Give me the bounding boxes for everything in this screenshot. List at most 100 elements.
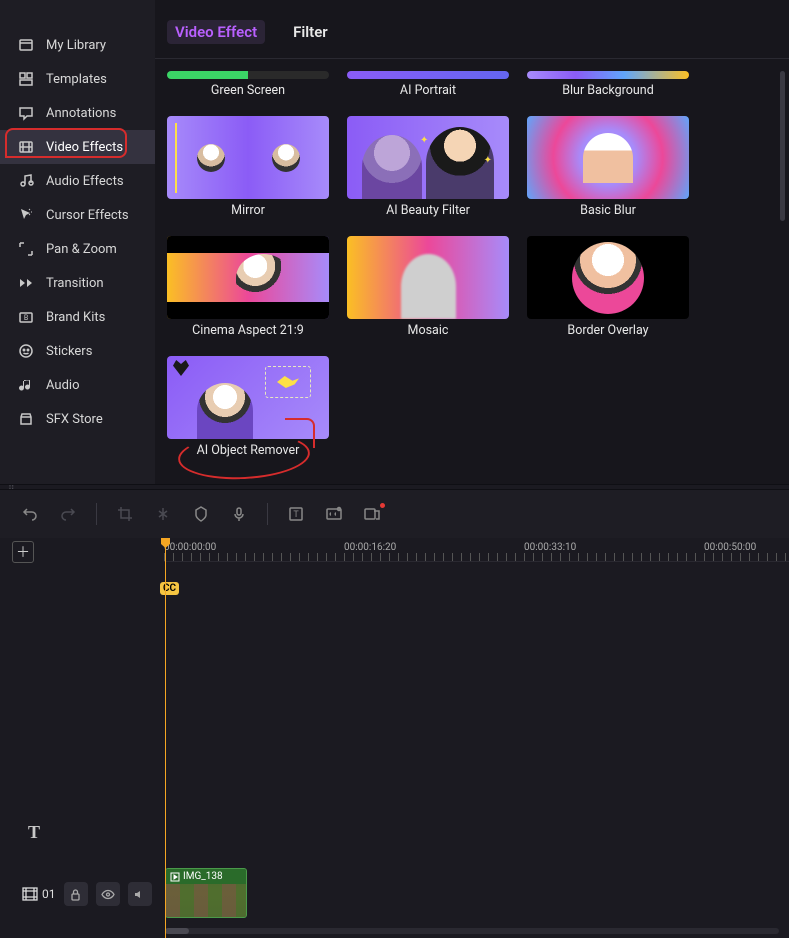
sidebar-item-label: Transition <box>46 276 104 291</box>
playhead[interactable] <box>165 538 166 938</box>
ruler-mark: 00:00:33:10 <box>524 542 576 553</box>
sidebar-item-label: Pan & Zoom <box>46 242 117 257</box>
main-panel: Video Effect Filter Green Screen AI Port… <box>155 0 789 484</box>
visibility-track-button[interactable] <box>96 882 120 906</box>
video-effects-icon <box>18 139 34 155</box>
effect-mosaic[interactable]: Mosaic <box>347 236 509 338</box>
effect-label: Cinema Aspect 21:9 <box>192 323 304 338</box>
effect-label: AI Beauty Filter <box>386 203 470 218</box>
sidebar-item-audio[interactable]: Audio <box>0 368 155 402</box>
effect-label: AI Portrait <box>400 83 456 98</box>
effect-green-screen[interactable]: Green Screen <box>167 71 329 98</box>
sidebar-item-label: Cursor Effects <box>46 208 129 223</box>
audio-effects-icon <box>18 173 34 189</box>
effect-thumb <box>347 71 509 79</box>
effect-label: Border Overlay <box>567 323 648 338</box>
effect-thumb <box>347 116 509 199</box>
sidebar-item-stickers[interactable]: Stickers <box>0 334 155 368</box>
add-track-button[interactable]: ＋ <box>12 541 34 563</box>
sidebar-item-transition[interactable]: Transition <box>0 266 155 300</box>
audio-icon <box>18 377 34 393</box>
text-track-icon: T <box>28 822 40 843</box>
timeline-horizontal-scrollbar[interactable] <box>165 928 779 934</box>
templates-icon <box>18 71 34 87</box>
svg-text:B: B <box>24 314 28 322</box>
sidebar-item-audio-effects[interactable]: Audio Effects <box>0 164 155 198</box>
track-index: 01 <box>22 887 56 901</box>
sidebar-item-cursor-effects[interactable]: Cursor Effects <box>0 198 155 232</box>
effect-border-overlay[interactable]: Border Overlay <box>527 236 689 338</box>
redo-button[interactable] <box>58 504 78 524</box>
effect-blur-background[interactable]: Blur Background <box>527 71 689 98</box>
sidebar-item-label: SFX Store <box>46 412 103 427</box>
effect-label: Mirror <box>231 203 265 218</box>
sidebar-item-label: Stickers <box>46 344 92 359</box>
effect-thumb <box>167 236 329 319</box>
sidebar-item-label: Audio Effects <box>46 174 124 189</box>
auto-captions-button[interactable] <box>362 504 382 524</box>
effect-thumb <box>167 116 329 199</box>
sidebar: My Library Templates Annotations Video E… <box>0 0 155 484</box>
effect-thumb <box>527 116 689 199</box>
effect-label: Green Screen <box>211 83 285 98</box>
sidebar-item-label: Annotations <box>46 106 116 121</box>
marker-button[interactable] <box>191 504 211 524</box>
sidebar-item-brand-kits[interactable]: B Brand Kits <box>0 300 155 334</box>
effect-label: Mosaic <box>408 323 449 338</box>
lock-track-button[interactable] <box>64 882 88 906</box>
library-icon <box>18 37 34 53</box>
brand-kits-icon: B <box>18 309 34 325</box>
timeline-ruler[interactable]: 00:00:00:00 00:00:16:20 00:00:33:10 00:0… <box>164 542 789 562</box>
effect-label: AI Object Remover <box>197 443 300 458</box>
sidebar-item-label: Templates <box>46 72 107 87</box>
transition-icon <box>18 275 34 291</box>
separator <box>267 503 268 525</box>
effect-ai-object-remover[interactable]: AI Object Remover <box>167 356 329 458</box>
sidebar-item-annotations[interactable]: Annotations <box>0 96 155 130</box>
effect-label: Blur Background <box>562 83 654 98</box>
effects-scrollbar[interactable] <box>780 71 785 221</box>
effect-thumb <box>167 356 329 439</box>
cursor-effects-icon <box>18 207 34 223</box>
stickers-icon <box>18 343 34 359</box>
effect-ai-portrait[interactable]: AI Portrait <box>347 71 509 98</box>
sidebar-item-pan-zoom[interactable]: Pan & Zoom <box>0 232 155 266</box>
effects-grid: Green Screen AI Portrait Blur Background… <box>155 59 789 484</box>
effect-cinema-aspect[interactable]: Cinema Aspect 21:9 <box>167 236 329 338</box>
text-button[interactable]: T <box>286 504 306 524</box>
sidebar-item-templates[interactable]: Templates <box>0 62 155 96</box>
tracks-area[interactable]: T 01 IMG_138 <box>0 566 789 938</box>
sidebar-item-label: Video Effects <box>46 140 123 155</box>
favorite-icon <box>173 360 189 376</box>
captions-button[interactable] <box>324 504 344 524</box>
timeline-toolbar: T <box>0 490 789 538</box>
effect-basic-blur[interactable]: Basic Blur <box>527 116 689 218</box>
mute-track-button[interactable] <box>128 882 152 906</box>
effect-ai-beauty-filter[interactable]: AI Beauty Filter <box>347 116 509 218</box>
sidebar-item-sfx-store[interactable]: SFX Store <box>0 402 155 436</box>
selection-target-icon <box>265 366 311 398</box>
tab-video-effect[interactable]: Video Effect <box>167 20 265 44</box>
tabs: Video Effect Filter <box>155 0 789 59</box>
track-count-label: 01 <box>42 887 56 901</box>
effect-thumb <box>347 236 509 319</box>
sidebar-item-my-library[interactable]: My Library <box>0 28 155 62</box>
crop-button[interactable] <box>115 504 135 524</box>
clip-header: IMG_138 <box>166 869 246 884</box>
effect-thumb <box>167 71 329 79</box>
ruler-mark: 00:00:50:00 <box>704 542 756 553</box>
tab-filter[interactable]: Filter <box>285 20 336 44</box>
sfx-store-icon <box>18 411 34 427</box>
timeline-clip[interactable]: IMG_138 <box>165 868 247 918</box>
undo-button[interactable] <box>20 504 40 524</box>
sidebar-item-video-effects[interactable]: Video Effects <box>0 130 155 164</box>
clip-thumbnail <box>166 884 246 917</box>
split-button[interactable] <box>153 504 173 524</box>
timeline: ＋ 00:00:00:00 00:00:16:20 00:00:33:10 00… <box>0 538 789 938</box>
pan-zoom-icon <box>18 241 34 257</box>
track-controls: 01 <box>22 882 152 906</box>
voiceover-button[interactable] <box>229 504 249 524</box>
effect-thumb <box>527 71 689 79</box>
effect-mirror[interactable]: Mirror <box>167 116 329 218</box>
ruler-mark: 00:00:00:00 <box>164 542 216 553</box>
